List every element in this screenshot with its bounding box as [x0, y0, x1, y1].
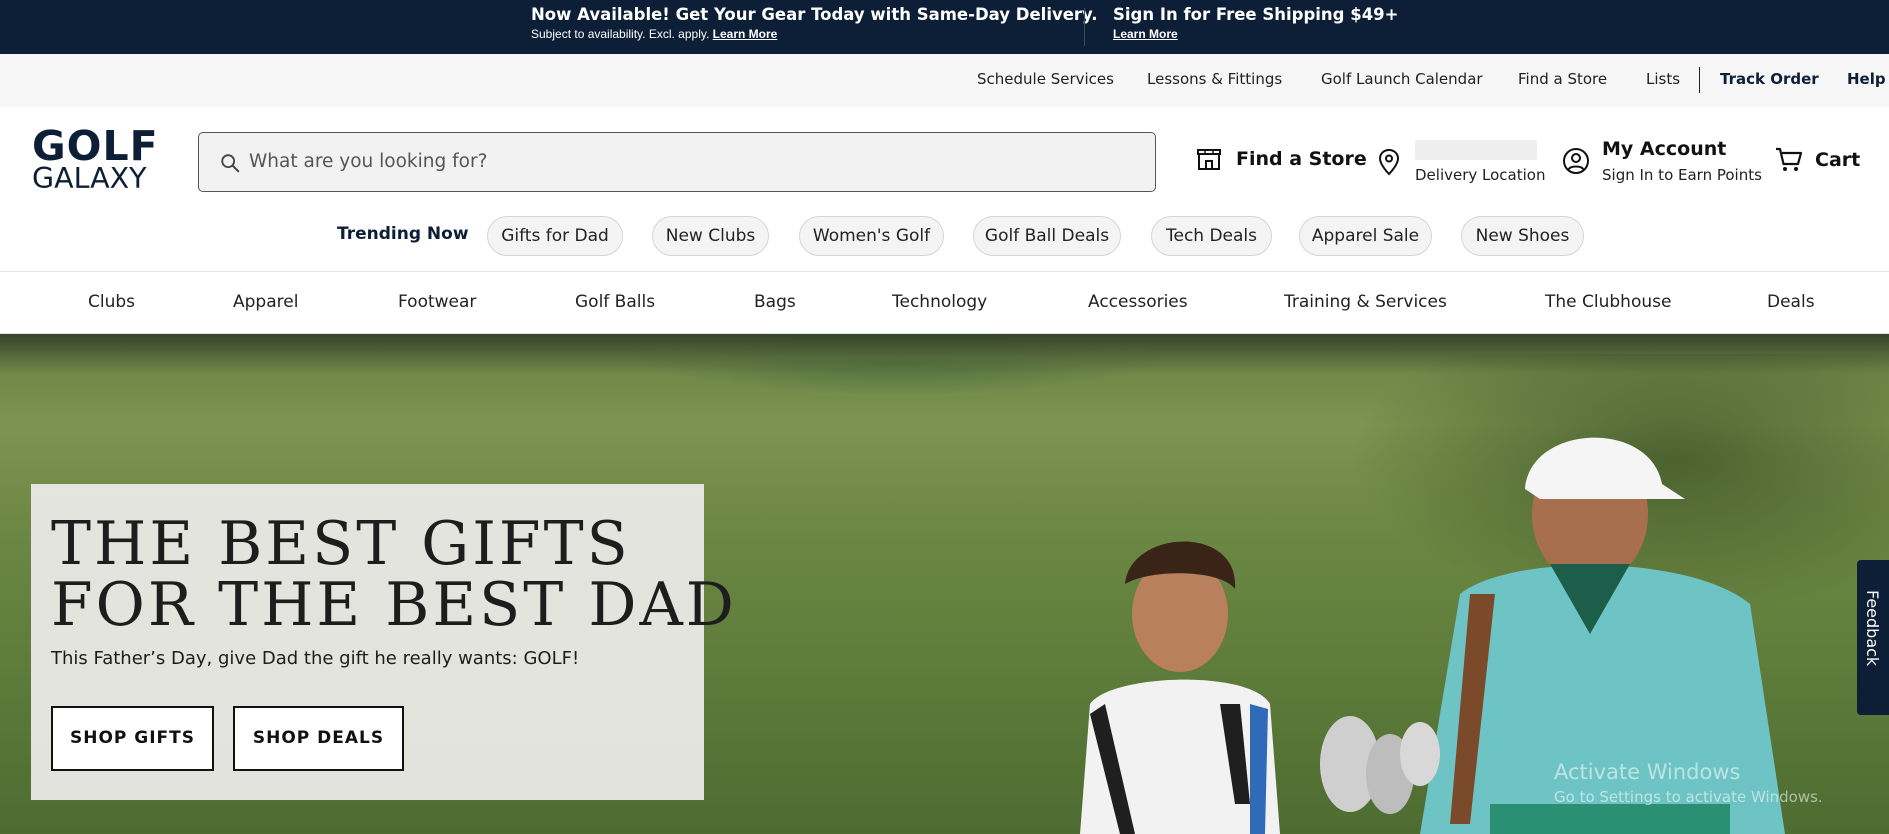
utility-separator	[1699, 67, 1700, 93]
utility-schedule-services-link[interactable]: Schedule Services	[977, 70, 1114, 88]
category-apparel[interactable]: Apparel	[233, 292, 298, 312]
trending-pill-new-shoes[interactable]: New Shoes	[1461, 216, 1584, 256]
promo-delivery-disclaimer: Subject to availability. Excl. apply.	[531, 27, 710, 41]
utility-track-order-link[interactable]: Track Order	[1720, 70, 1819, 88]
trending-pill-gifts-for-dad[interactable]: Gifts for Dad	[487, 216, 623, 256]
shop-deals-button[interactable]: SHOP DEALS	[233, 706, 404, 771]
sign-in-earn-points-link[interactable]: Sign In to Earn Points	[1602, 166, 1762, 184]
category-deals[interactable]: Deals	[1767, 292, 1815, 312]
account-icon[interactable]	[1562, 147, 1590, 175]
header-find-store-label: Find a Store	[1236, 148, 1367, 170]
promo-shipping-title: Sign In for Free Shipping $49+	[1113, 5, 1399, 24]
header-find-store-button[interactable]: Find a Store	[1196, 147, 1367, 171]
my-account-link[interactable]: My Account	[1602, 138, 1726, 160]
promo-divider	[1084, 8, 1085, 46]
store-icon	[1197, 149, 1221, 170]
category-the-clubhouse[interactable]: The Clubhouse	[1545, 292, 1671, 312]
hero-headline-line-1: THE BEST GIFTS	[51, 509, 631, 579]
search-icon	[221, 154, 240, 173]
hero-banner[interactable]: THE BEST GIFTS FOR THE BEST DAD This Fat…	[0, 334, 1889, 834]
promo-delivery-title: Now Available! Get Your Gear Today with …	[531, 5, 1098, 24]
trending-pill-womens-golf[interactable]: Women's Golf	[799, 216, 944, 256]
hero-headline: THE BEST GIFTS FOR THE BEST DAD	[51, 509, 737, 640]
category-clubs[interactable]: Clubs	[88, 292, 135, 312]
promo-bar: Now Available! Get Your Gear Today with …	[0, 0, 1889, 54]
search-bar[interactable]	[198, 132, 1156, 192]
category-footwear[interactable]: Footwear	[398, 292, 476, 312]
promo-shipping-subtext: Learn More	[1113, 26, 1398, 42]
utility-help-link[interactable]: Help	[1847, 70, 1886, 88]
cart-label: Cart	[1815, 149, 1861, 171]
trending-now-label: Trending Now	[337, 224, 469, 244]
hero-subtitle: This Father’s Day, give Dad the gift he …	[51, 648, 580, 669]
utility-lists-link[interactable]: Lists	[1646, 70, 1680, 88]
trending-pill-golf-ball-deals[interactable]: Golf Ball Deals	[973, 216, 1121, 256]
utility-lessons-fittings-link[interactable]: Lessons & Fittings	[1147, 70, 1282, 88]
golf-galaxy-logo[interactable]: GOLF GALAXY	[32, 122, 168, 194]
hero-headline-line-2: FOR THE BEST DAD	[51, 570, 737, 640]
trending-pill-apparel-sale[interactable]: Apparel Sale	[1299, 216, 1432, 256]
logo-text-top: GOLF	[32, 122, 159, 170]
category-technology[interactable]: Technology	[892, 292, 987, 312]
category-bags[interactable]: Bags	[754, 292, 796, 312]
category-nav: Clubs Apparel Footwear Golf Balls Bags T…	[0, 271, 1889, 334]
category-golf-balls[interactable]: Golf Balls	[575, 292, 655, 312]
activate-windows-watermark: Activate Windows Go to Settings to activ…	[1554, 760, 1823, 806]
feedback-tab[interactable]: Feedback	[1857, 560, 1889, 715]
promo-shipping: Sign In for Free Shipping $49+ Learn Mor…	[1113, 4, 1398, 42]
watermark-line-1: Activate Windows	[1554, 760, 1741, 784]
watermark-line-2: Go to Settings to activate Windows.	[1554, 788, 1823, 806]
location-pin-icon[interactable]	[1378, 148, 1400, 176]
trending-pill-new-clubs[interactable]: New Clubs	[652, 216, 769, 256]
delivery-location-label[interactable]: Delivery Location	[1415, 166, 1545, 184]
trending-pill-tech-deals[interactable]: Tech Deals	[1151, 216, 1272, 256]
cart-icon	[1776, 147, 1803, 171]
cart-button[interactable]: Cart	[1775, 147, 1860, 173]
shop-gifts-button[interactable]: SHOP GIFTS	[51, 706, 214, 771]
hero-promo-card: THE BEST GIFTS FOR THE BEST DAD This Fat…	[31, 484, 737, 800]
promo-delivery: Now Available! Get Your Gear Today with …	[531, 4, 1098, 42]
utility-nav: Schedule Services Lessons & Fittings Gol…	[0, 54, 1889, 107]
category-training-services[interactable]: Training & Services	[1284, 292, 1447, 312]
delivery-location-value[interactable]	[1415, 140, 1537, 160]
utility-find-store-link[interactable]: Find a Store	[1518, 70, 1607, 88]
promo-shipping-learn-more-link[interactable]: Learn More	[1113, 27, 1178, 41]
promo-delivery-learn-more-link[interactable]: Learn More	[713, 27, 778, 41]
utility-launch-calendar-link[interactable]: Golf Launch Calendar	[1321, 70, 1483, 88]
category-accessories[interactable]: Accessories	[1088, 292, 1188, 312]
feedback-label: Feedback	[1863, 590, 1882, 667]
search-input[interactable]	[249, 133, 1129, 190]
promo-delivery-subtext: Subject to availability. Excl. apply. Le…	[531, 26, 1098, 42]
